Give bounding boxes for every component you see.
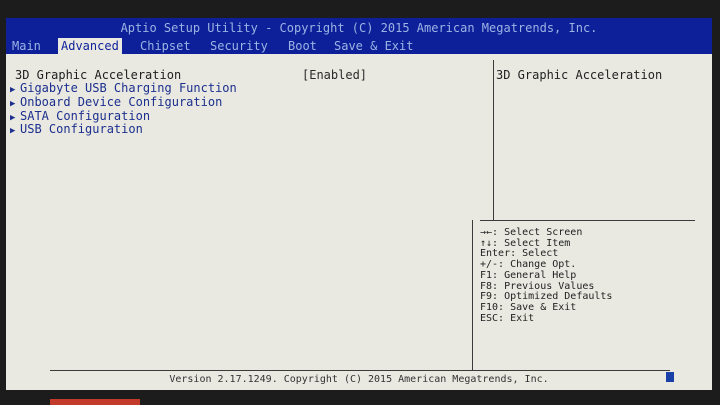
- divider-lower: [472, 220, 473, 370]
- bottom-frame: [50, 370, 670, 371]
- tab-chipset[interactable]: Chipset: [140, 38, 191, 54]
- menu-item-label: Onboard Device Configuration: [20, 95, 223, 109]
- menu-item-sata-config[interactable]: ▶ SATA Configuration: [10, 109, 150, 123]
- version-footer: Version 2.17.1249. Copyright (C) 2015 Am…: [169, 374, 549, 385]
- menu-item-label: USB Configuration: [20, 122, 143, 136]
- menu-item-value[interactable]: [Enabled]: [302, 68, 367, 82]
- key-legend: →←: Select Screen ↑↓: Select Item Enter:…: [480, 227, 695, 324]
- key-hint: ESC: Exit: [480, 312, 535, 324]
- menu-item-onboard-device-config[interactable]: ▶ Onboard Device Configuration: [10, 95, 222, 109]
- menu-item-label: Gigabyte USB Charging Function: [20, 81, 237, 95]
- tab-main[interactable]: Main: [12, 38, 41, 54]
- monitor-label-strip: [50, 399, 140, 405]
- key-hint: F1: General Help: [480, 269, 577, 281]
- tab-boot[interactable]: Boot: [288, 38, 317, 54]
- tab-save-exit[interactable]: Save & Exit: [334, 38, 413, 54]
- triangle-right-icon: ▶: [10, 126, 16, 136]
- tab-advanced[interactable]: Advanced: [58, 38, 122, 54]
- help-title: 3D Graphic Acceleration: [496, 68, 663, 82]
- divider-upper: [493, 60, 494, 220]
- menu-item-label: SATA Configuration: [20, 109, 151, 123]
- help-divider: [480, 220, 695, 221]
- tab-bar: Main Advanced Chipset Security Boot Save…: [6, 38, 712, 54]
- menu-item-usb-config[interactable]: ▶ USB Configuration: [10, 122, 143, 136]
- tab-security[interactable]: Security: [210, 38, 268, 54]
- menu-pane: 3D Graphic Acceleration [Enabled] ▶ Gigab…: [10, 64, 480, 374]
- bios-screen: Aptio Setup Utility - Copyright (C) 2015…: [6, 18, 712, 390]
- menu-item-label: 3D Graphic Acceleration: [15, 68, 182, 82]
- title-bar: Aptio Setup Utility - Copyright (C) 2015…: [6, 18, 712, 38]
- menu-item-gigabyte-usb-charging[interactable]: ▶ Gigabyte USB Charging Function: [10, 81, 237, 95]
- menu-item-3d-graphic-acceleration[interactable]: 3D Graphic Acceleration: [15, 68, 181, 82]
